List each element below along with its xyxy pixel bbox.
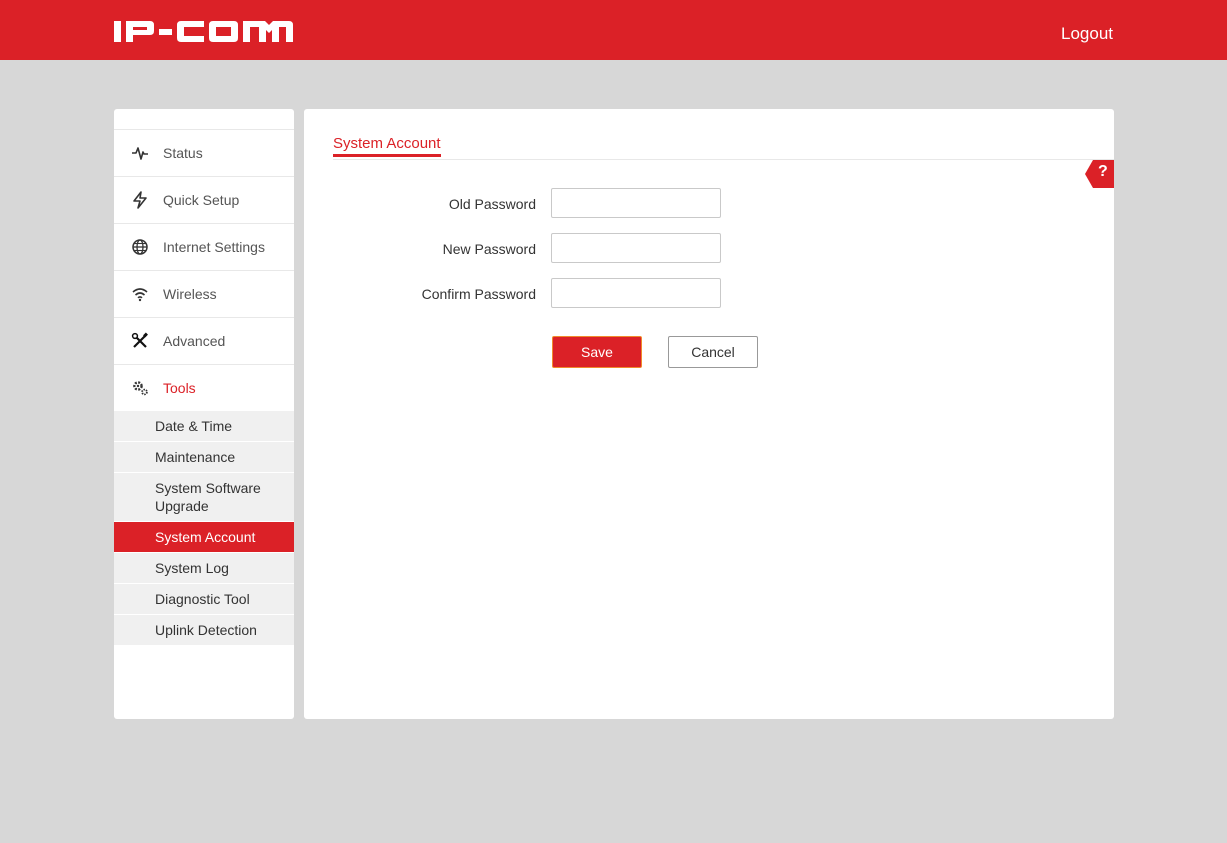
cancel-button[interactable]: Cancel (668, 336, 758, 368)
pulse-icon (130, 143, 150, 163)
submenu-item-system-log[interactable]: System Log (114, 553, 294, 584)
old-password-label: Old Password (448, 196, 536, 212)
sidebar-item-label: Internet Settings (163, 239, 265, 255)
wifi-icon (130, 284, 150, 304)
sidebar: Status Quick Setup Internet Settings Wir… (114, 109, 294, 719)
confirm-password-row: Confirm Password (333, 278, 753, 308)
sidebar-item-label: Quick Setup (163, 192, 240, 208)
sidebar-item-advanced[interactable]: Advanced (114, 318, 294, 365)
submenu-item-uplink-detection[interactable]: Uplink Detection (114, 615, 294, 646)
new-password-label: New Password (442, 241, 536, 257)
lightning-icon (130, 190, 150, 210)
old-password-row: Old Password (333, 188, 753, 218)
new-password-input[interactable] (551, 233, 721, 263)
sidebar-item-label: Tools (163, 380, 196, 396)
ip-com-logo (114, 21, 293, 42)
tools-submenu: Date & Time Maintenance System Software … (114, 411, 294, 646)
tools-icon (130, 331, 150, 351)
sidebar-item-tools[interactable]: Tools (114, 365, 294, 412)
old-password-input[interactable] (551, 188, 721, 218)
new-password-row: New Password (333, 233, 753, 263)
submenu-item-diagnostic-tool[interactable]: Diagnostic Tool (114, 584, 294, 615)
main-panel: System Account ? Old Password New Passwo… (304, 109, 1114, 719)
submenu-item-software-upgrade[interactable]: System Software Upgrade (114, 473, 294, 522)
help-button[interactable]: ? (1085, 160, 1114, 188)
sidebar-item-internet-settings[interactable]: Internet Settings (114, 224, 294, 271)
confirm-password-input[interactable] (551, 278, 721, 308)
save-button[interactable]: Save (552, 336, 642, 368)
sidebar-item-label: Advanced (163, 333, 226, 349)
globe-icon (130, 237, 150, 257)
sidebar-item-quick-setup[interactable]: Quick Setup (114, 177, 294, 224)
sidebar-item-wireless[interactable]: Wireless (114, 271, 294, 318)
submenu-item-system-account[interactable]: System Account (114, 522, 294, 553)
tab-system-account[interactable]: System Account (333, 135, 441, 157)
submenu-item-maintenance[interactable]: Maintenance (114, 442, 294, 473)
sidebar-item-status[interactable]: Status (114, 130, 294, 177)
tab-divider (333, 159, 1114, 160)
gears-icon (130, 378, 150, 398)
logout-link[interactable]: Logout (1061, 24, 1113, 44)
submenu-item-date-time[interactable]: Date & Time (114, 411, 294, 442)
help-label: ? (1098, 163, 1108, 180)
top-header: Logout (0, 0, 1227, 60)
sidebar-item-label: Wireless (163, 286, 217, 302)
sidebar-nav: Status Quick Setup Internet Settings Wir… (114, 129, 294, 412)
sidebar-item-label: Status (163, 145, 203, 161)
confirm-password-label: Confirm Password (421, 286, 536, 302)
